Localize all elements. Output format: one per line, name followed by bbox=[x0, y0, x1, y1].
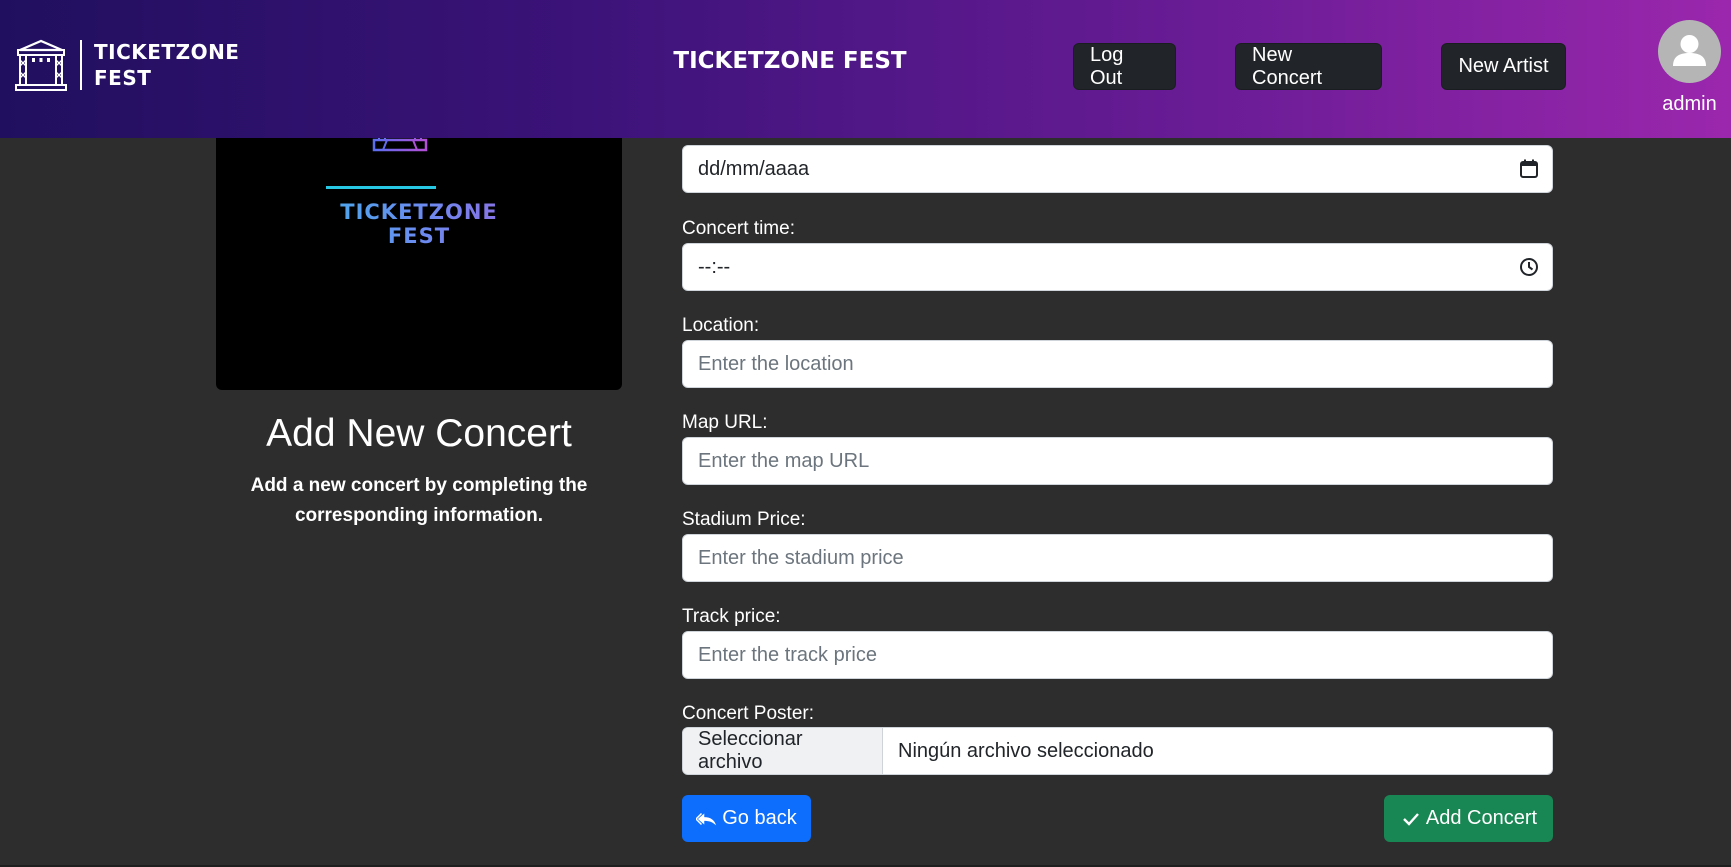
concert-time-value: --:-- bbox=[698, 255, 731, 278]
go-back-button[interactable]: Go back bbox=[682, 795, 811, 842]
check-icon bbox=[1403, 812, 1419, 826]
track-price-input[interactable]: Enter the track price bbox=[682, 631, 1553, 679]
clock-icon[interactable] bbox=[1518, 256, 1540, 278]
poster-divider bbox=[326, 186, 436, 189]
new-concert-button[interactable]: New Concert bbox=[1235, 43, 1382, 90]
track-price-placeholder: Enter the track price bbox=[698, 643, 877, 666]
avatar[interactable] bbox=[1658, 20, 1721, 83]
stadium-price-label: Stadium Price: bbox=[682, 509, 806, 530]
map-url-placeholder: Enter the map URL bbox=[698, 449, 870, 472]
location-label: Location: bbox=[682, 315, 760, 336]
username: admin bbox=[1662, 93, 1717, 115]
concert-time-label: Concert time: bbox=[682, 218, 795, 239]
location-input[interactable]: Enter the location bbox=[682, 340, 1553, 388]
user-menu[interactable]: admin bbox=[1652, 20, 1727, 116]
file-status-text: Ningún archivo seleccionado bbox=[898, 739, 1154, 762]
user-icon bbox=[1673, 35, 1706, 66]
choose-file-button[interactable]: Seleccionar archivo bbox=[683, 728, 883, 774]
concert-time-input[interactable]: --:-- bbox=[682, 243, 1553, 291]
concert-date-input[interactable]: dd/mm/aaaa bbox=[682, 145, 1553, 193]
page-title: Add New Concert bbox=[266, 412, 572, 455]
poster-title: TICKETZONE FEST bbox=[216, 200, 622, 248]
map-url-label: Map URL: bbox=[682, 412, 768, 433]
poster-title-line2: FEST bbox=[387, 224, 451, 248]
new-artist-button[interactable]: New Artist bbox=[1441, 43, 1566, 90]
location-placeholder: Enter the location bbox=[698, 352, 854, 375]
concert-poster-image: TICKETZONE FEST bbox=[216, 110, 622, 390]
stadium-price-placeholder: Enter the stadium price bbox=[698, 546, 904, 569]
page-description: Add a new concert by completing the corr… bbox=[250, 475, 588, 526]
go-back-label: Go back bbox=[722, 807, 797, 829]
reply-all-icon bbox=[696, 812, 717, 825]
map-url-input[interactable]: Enter the map URL bbox=[682, 437, 1553, 485]
calendar-icon[interactable] bbox=[1518, 158, 1540, 180]
logout-button[interactable]: Log Out bbox=[1073, 43, 1176, 90]
top-navbar: TICKETZONE FEST TICKETZONE FEST Log Out … bbox=[0, 0, 1731, 138]
add-concert-button[interactable]: Add Concert bbox=[1384, 795, 1553, 842]
concert-poster-file-input[interactable]: Seleccionar archivo Ningún archivo selec… bbox=[682, 727, 1553, 775]
stadium-price-input[interactable]: Enter the stadium price bbox=[682, 534, 1553, 582]
track-price-label: Track price: bbox=[682, 606, 781, 627]
concert-date-value: dd/mm/aaaa bbox=[698, 157, 810, 180]
concert-poster-label: Concert Poster: bbox=[682, 703, 814, 724]
add-concert-label: Add Concert bbox=[1425, 807, 1538, 829]
poster-title-line1: TICKETZONE bbox=[340, 200, 498, 224]
